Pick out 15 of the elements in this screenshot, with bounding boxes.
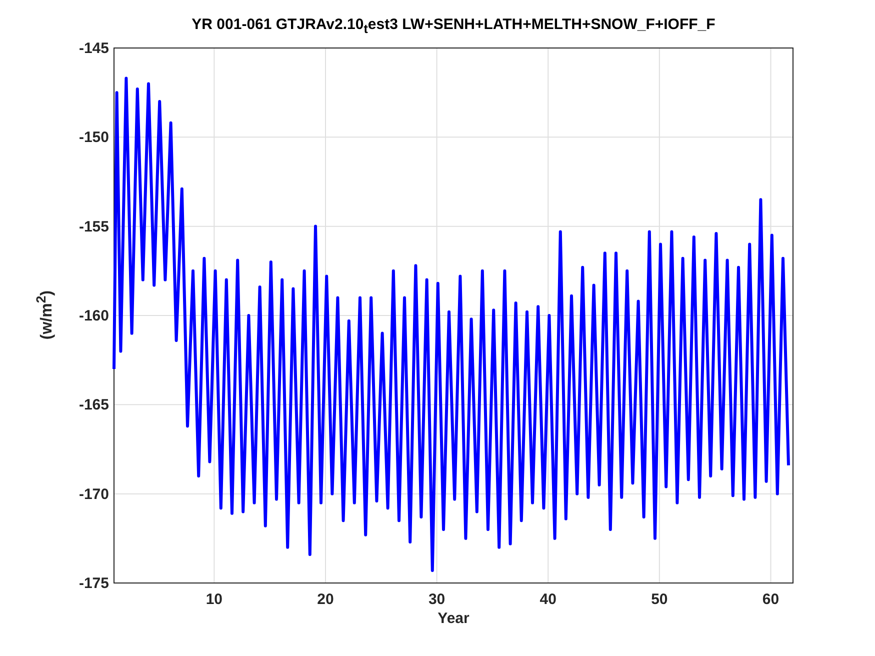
y-tick-label: -175 (78, 575, 109, 592)
x-tick-label: 40 (540, 591, 556, 608)
y-tick-label: -160 (78, 308, 109, 324)
x-tick-label: 50 (651, 591, 668, 608)
x-tick-label: 30 (428, 591, 446, 608)
x-axis-label: Year (438, 610, 470, 627)
chart-title: YR 001-061 GTJRAv2.10$_{t}$est3 LW+SENH+LATH+MELTH+SNOW_F+IOFF_F (190, 16, 716, 36)
y-tick-label: -165 (78, 396, 109, 414)
y-tick-label: -145 (78, 40, 109, 57)
y-tick-label: -150 (78, 129, 109, 146)
y-tick-label: -155 (78, 218, 109, 236)
y-tick-label: -170 (78, 486, 109, 503)
x-tick-label: 10 (206, 591, 223, 608)
x-tick-label: 60 (762, 591, 780, 608)
x-tick-label: 20 (317, 591, 334, 608)
